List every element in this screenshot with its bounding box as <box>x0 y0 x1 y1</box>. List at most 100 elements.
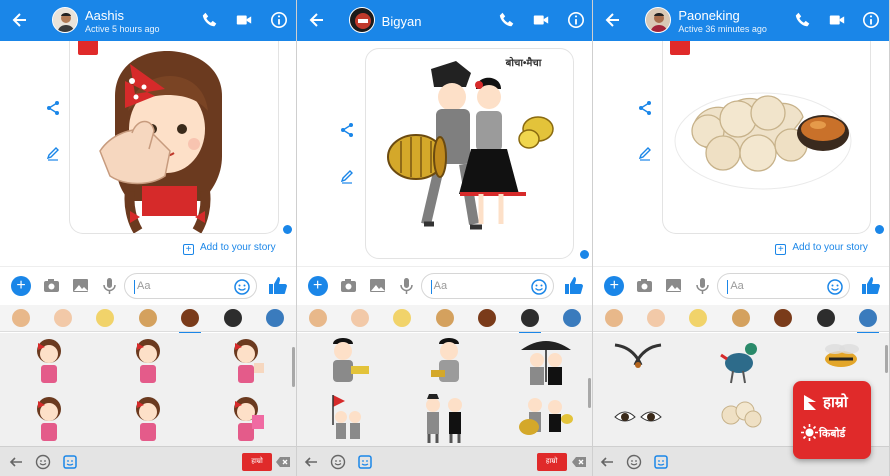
tab-sticker-pack[interactable] <box>266 309 284 327</box>
sticker-item[interactable] <box>319 336 375 390</box>
like-icon[interactable] <box>861 276 881 295</box>
like-icon[interactable] <box>564 276 584 295</box>
sticker-item[interactable] <box>32 395 66 445</box>
sticker-item[interactable] <box>517 336 575 390</box>
tab-sticker-pack[interactable] <box>732 309 751 327</box>
mic-icon[interactable] <box>101 277 118 294</box>
image-icon[interactable] <box>369 277 386 294</box>
sticker-message[interactable] <box>662 41 872 234</box>
tab-sticker-pack[interactable] <box>605 309 624 327</box>
phone-icon[interactable] <box>201 11 219 29</box>
plus-icon[interactable]: + <box>307 276 328 296</box>
sticker-message[interactable]: बोचा•मैचा <box>364 48 574 259</box>
sticker-item[interactable] <box>131 337 165 387</box>
mic-icon[interactable] <box>694 277 711 294</box>
sticker-item[interactable] <box>517 393 573 445</box>
message-input[interactable]: Aa <box>717 273 851 299</box>
sticker-item[interactable] <box>613 341 663 371</box>
keyboard-back-icon[interactable] <box>8 454 24 470</box>
delete-icon[interactable] <box>571 454 587 470</box>
image-icon[interactable] <box>665 277 682 294</box>
info-icon[interactable] <box>862 11 880 29</box>
add-to-story-link[interactable]: + Add to your story <box>183 242 276 255</box>
emoji-icon[interactable] <box>234 279 250 295</box>
sticker-item[interactable] <box>417 393 473 445</box>
avatar[interactable] <box>645 7 672 33</box>
keyboard-brand-badge[interactable]: हाम्रो <box>242 453 272 471</box>
keyboard-back-icon[interactable] <box>303 454 319 470</box>
info-icon[interactable] <box>567 11 585 29</box>
like-icon[interactable] <box>268 276 287 295</box>
video-icon[interactable] <box>235 11 253 29</box>
phone-icon[interactable] <box>794 11 812 29</box>
sticker-item[interactable] <box>327 393 367 445</box>
add-to-story-link[interactable]: + Add to your story <box>775 242 868 255</box>
back-arrow-icon[interactable] <box>307 10 327 30</box>
tab-sticker-pack[interactable] <box>817 309 836 327</box>
tab-sticker-pack[interactable] <box>562 309 581 327</box>
emoji-icon[interactable] <box>530 279 547 295</box>
share-icon[interactable] <box>637 100 653 116</box>
video-icon[interactable] <box>828 11 846 29</box>
camera-icon[interactable] <box>43 277 60 294</box>
sticker-item[interactable] <box>228 337 268 387</box>
plus-icon[interactable]: + <box>604 276 625 296</box>
tab-sticker-pack[interactable] <box>12 309 30 327</box>
tab-sticker-pack[interactable] <box>139 309 157 327</box>
tab-sticker-pack[interactable] <box>435 309 454 327</box>
scrollbar[interactable] <box>291 347 295 387</box>
edit-icon[interactable] <box>637 146 653 162</box>
sticker-item[interactable] <box>429 336 469 390</box>
sticker-item[interactable] <box>719 397 763 429</box>
camera-icon[interactable] <box>636 277 653 294</box>
plus-icon[interactable]: + <box>11 276 31 296</box>
scrollbar[interactable] <box>588 378 592 408</box>
keyboard-back-icon[interactable] <box>599 454 615 470</box>
sticker-item[interactable] <box>32 337 66 387</box>
tab-sticker-pack[interactable] <box>477 309 496 327</box>
tab-sticker-pack[interactable] <box>774 309 793 327</box>
smiley-icon[interactable] <box>626 454 642 470</box>
delete-icon[interactable] <box>275 454 291 470</box>
sticker-icon[interactable] <box>62 454 78 470</box>
edit-icon[interactable] <box>339 169 355 185</box>
back-arrow-icon[interactable] <box>603 10 623 30</box>
smiley-icon[interactable] <box>330 454 346 470</box>
tab-sticker-pack[interactable] <box>96 309 114 327</box>
back-arrow-icon[interactable] <box>10 10 30 30</box>
scrollbar[interactable] <box>885 345 889 373</box>
video-icon[interactable] <box>532 11 550 29</box>
tab-sticker-pack[interactable] <box>392 309 411 327</box>
sticker-item[interactable] <box>613 405 663 429</box>
avatar[interactable] <box>348 7 375 33</box>
camera-icon[interactable] <box>340 277 357 294</box>
tab-sticker-pack-active[interactable] <box>179 309 201 334</box>
tab-sticker-pack[interactable] <box>647 309 666 327</box>
tab-sticker-pack[interactable] <box>224 309 242 327</box>
share-icon[interactable] <box>45 100 61 116</box>
keyboard-brand-badge[interactable]: हाम्रो <box>536 453 567 471</box>
sticker-item[interactable] <box>719 335 763 385</box>
tab-sticker-pack[interactable] <box>308 309 327 327</box>
emoji-icon[interactable] <box>827 279 844 295</box>
sticker-item[interactable] <box>819 339 863 375</box>
mic-icon[interactable] <box>398 277 415 294</box>
smiley-icon[interactable] <box>35 454 51 470</box>
info-icon[interactable] <box>270 11 288 29</box>
sticker-icon[interactable] <box>653 454 669 470</box>
message-input[interactable]: Aa <box>420 273 554 299</box>
image-icon[interactable] <box>72 277 89 294</box>
tab-sticker-pack-active[interactable] <box>857 309 880 334</box>
message-input[interactable]: Aa <box>124 273 257 299</box>
tab-sticker-pack[interactable] <box>350 309 369 327</box>
tab-sticker-pack[interactable] <box>689 309 708 327</box>
edit-icon[interactable] <box>45 146 61 162</box>
sticker-item[interactable] <box>131 395 165 445</box>
sticker-item[interactable] <box>228 395 268 445</box>
share-icon[interactable] <box>339 122 355 138</box>
tab-sticker-pack-active[interactable] <box>518 309 541 334</box>
tab-sticker-pack[interactable] <box>54 309 72 327</box>
avatar[interactable] <box>52 7 78 33</box>
phone-icon[interactable] <box>498 11 516 29</box>
sticker-message[interactable] <box>69 41 279 234</box>
